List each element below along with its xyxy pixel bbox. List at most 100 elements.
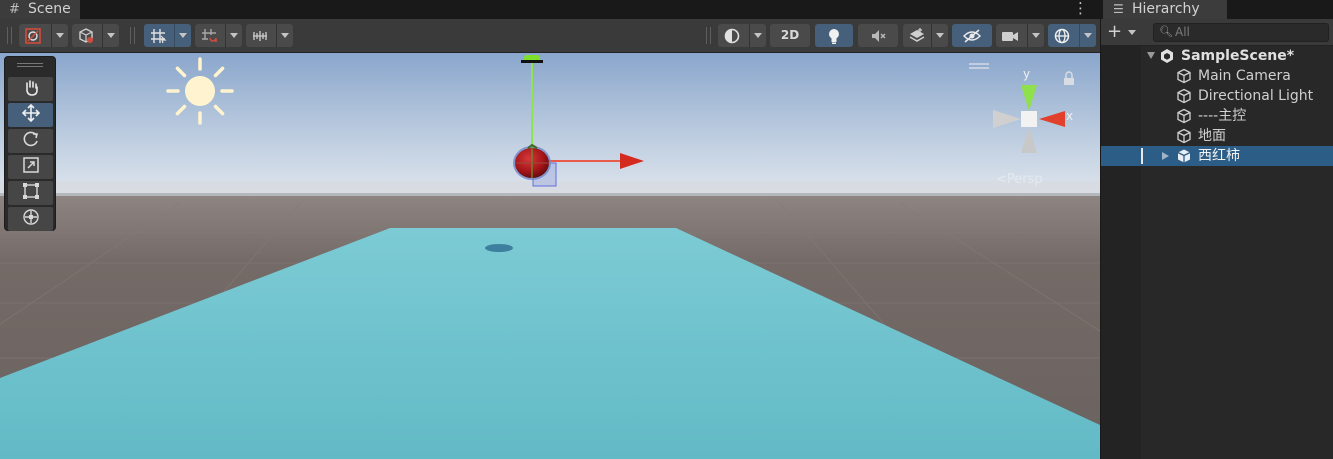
hierarchy-tabbar: ☰ Hierarchy (1101, 0, 1333, 19)
render-mode-icon (718, 24, 746, 47)
tab-hierarchy-label: Hierarchy (1132, 1, 1200, 17)
transform-icon (22, 208, 40, 230)
rotate-icon (22, 130, 40, 152)
gameobject-cube-icon (1176, 68, 1192, 84)
ruler-icon (246, 24, 274, 47)
draw-mode-dropdown[interactable] (19, 24, 68, 47)
text-cursor (1141, 148, 1143, 164)
chevron-down-icon (1128, 30, 1136, 35)
hierarchy-item-ground[interactable]: 地面 (1101, 126, 1333, 146)
scene-row[interactable]: SampleScene* (1101, 46, 1333, 66)
hierarchy-item-label: 西红柿 (1198, 148, 1240, 164)
kebab-icon[interactable]: ⋮ (1073, 0, 1088, 16)
toggle-2d-button[interactable]: 2D (770, 24, 810, 47)
expand-arrow-icon[interactable] (1162, 152, 1169, 160)
hierarchy-item-directional-light[interactable]: Directional Light (1101, 86, 1333, 106)
chevron-down-icon (1079, 24, 1096, 47)
scene-camera-dropdown[interactable] (996, 24, 1044, 47)
move-icon (21, 103, 41, 127)
gameobject-cube-icon (1176, 88, 1192, 104)
add-object-button[interactable]: + (1107, 22, 1141, 42)
effects-layers-icon (903, 24, 931, 47)
chevron-down-icon (51, 24, 68, 47)
toggle-2d-label: 2D (780, 28, 800, 42)
scene-toolbar: 2D (0, 19, 1100, 53)
chevron-down-icon (174, 24, 191, 47)
grid-snapping-icon (144, 24, 172, 47)
hierarchy-item-label: Main Camera (1198, 68, 1291, 84)
search-icon: 🔍︎ (1159, 25, 1173, 38)
hand-icon (22, 78, 40, 100)
axis-y-label: y (1023, 67, 1031, 81)
toolbar-grip[interactable] (7, 27, 12, 44)
scene-name: SampleScene* (1181, 48, 1295, 64)
chevron-down-icon (276, 24, 293, 47)
gameobject-cube-icon (1176, 108, 1192, 124)
object-mode-icon (72, 24, 100, 47)
center-cube[interactable] (1021, 111, 1037, 127)
toolbar-grip[interactable] (130, 27, 135, 44)
plus-icon: + (1107, 21, 1123, 42)
move-tool[interactable] (8, 103, 53, 127)
sun-icon[interactable] (166, 57, 234, 125)
hierarchy-item-tomato[interactable]: 西红柿 (1101, 146, 1333, 166)
chevron-down-icon (1027, 24, 1044, 47)
camera-icon (996, 24, 1024, 47)
overlay-drag-handle[interactable] (17, 63, 43, 67)
lightbulb-icon (815, 24, 853, 47)
scene-tabbar: # Scene ⋮ (0, 0, 1100, 19)
rotate-tool[interactable] (8, 129, 53, 153)
list-icon: ☰ (1113, 2, 1124, 16)
grid-icon: # (9, 2, 20, 17)
search-placeholder: All (1175, 25, 1190, 39)
hidden-objects-toggle[interactable] (952, 24, 992, 47)
grid-snapping-dropdown[interactable] (144, 24, 191, 47)
axis-x-label: x (1066, 109, 1074, 123)
hierarchy-toolbar: + 🔍︎ All (1101, 19, 1333, 46)
gizmo-mode-dropdown[interactable] (72, 24, 119, 47)
scene-viewport[interactable]: y x <Persp (0, 53, 1100, 459)
scale-icon (22, 156, 40, 178)
gameobject-cube-icon (1176, 128, 1192, 144)
gizmos-globe-icon (1048, 24, 1076, 47)
ruler-dropdown[interactable] (246, 24, 293, 47)
scene-lighting-toggle[interactable] (815, 24, 853, 47)
hand-tool[interactable] (8, 77, 53, 101)
chevron-down-icon (102, 24, 119, 47)
tomato-shadow (485, 244, 513, 252)
hierarchy-item-main-control[interactable]: ----主控 (1101, 106, 1333, 126)
rect-icon (22, 182, 40, 204)
gizmos-dropdown[interactable] (1048, 24, 1096, 47)
chevron-down-icon (225, 24, 242, 47)
tools-overlay (4, 56, 56, 231)
transform-tool[interactable] (8, 207, 53, 231)
increment-snap-dropdown[interactable] (195, 24, 242, 47)
unity-scene-icon (1159, 48, 1175, 64)
rect-tool[interactable] (8, 181, 53, 205)
hierarchy-item-main-camera[interactable]: Main Camera (1101, 66, 1333, 86)
prefab-cube-icon (1176, 148, 1192, 164)
hierarchy-item-label: Directional Light (1198, 88, 1314, 104)
speaker-mute-icon (858, 24, 898, 47)
scale-tool[interactable] (8, 155, 53, 179)
scene-effects-dropdown[interactable] (903, 24, 948, 47)
increment-snap-icon (195, 24, 223, 47)
toolbar-grip[interactable] (706, 27, 711, 44)
tab-scene[interactable]: # Scene (0, 0, 80, 19)
shading-mode-icon (19, 24, 47, 47)
chevron-down-icon (749, 24, 766, 47)
render-mode-dropdown[interactable] (718, 24, 766, 47)
projection-toggle[interactable]: <Persp (996, 172, 1043, 187)
eye-hidden-icon (952, 24, 992, 47)
hierarchy-item-label: 地面 (1198, 128, 1226, 144)
scene-audio-toggle[interactable] (858, 24, 898, 47)
hierarchy-search-input[interactable]: 🔍︎ All (1153, 23, 1329, 42)
tab-hierarchy[interactable]: ☰ Hierarchy (1103, 0, 1227, 19)
tab-scene-label: Scene (28, 1, 71, 17)
hierarchy-item-label: ----主控 (1198, 108, 1247, 124)
scene-render (0, 53, 1100, 459)
chevron-down-icon (931, 24, 948, 47)
scene-panel: # Scene ⋮ 2D y x <Persp (0, 0, 1100, 459)
hierarchy-panel: ☰ Hierarchy + 🔍︎ All SampleScene* Main C… (1101, 0, 1333, 459)
expand-arrow-icon[interactable] (1147, 52, 1155, 59)
